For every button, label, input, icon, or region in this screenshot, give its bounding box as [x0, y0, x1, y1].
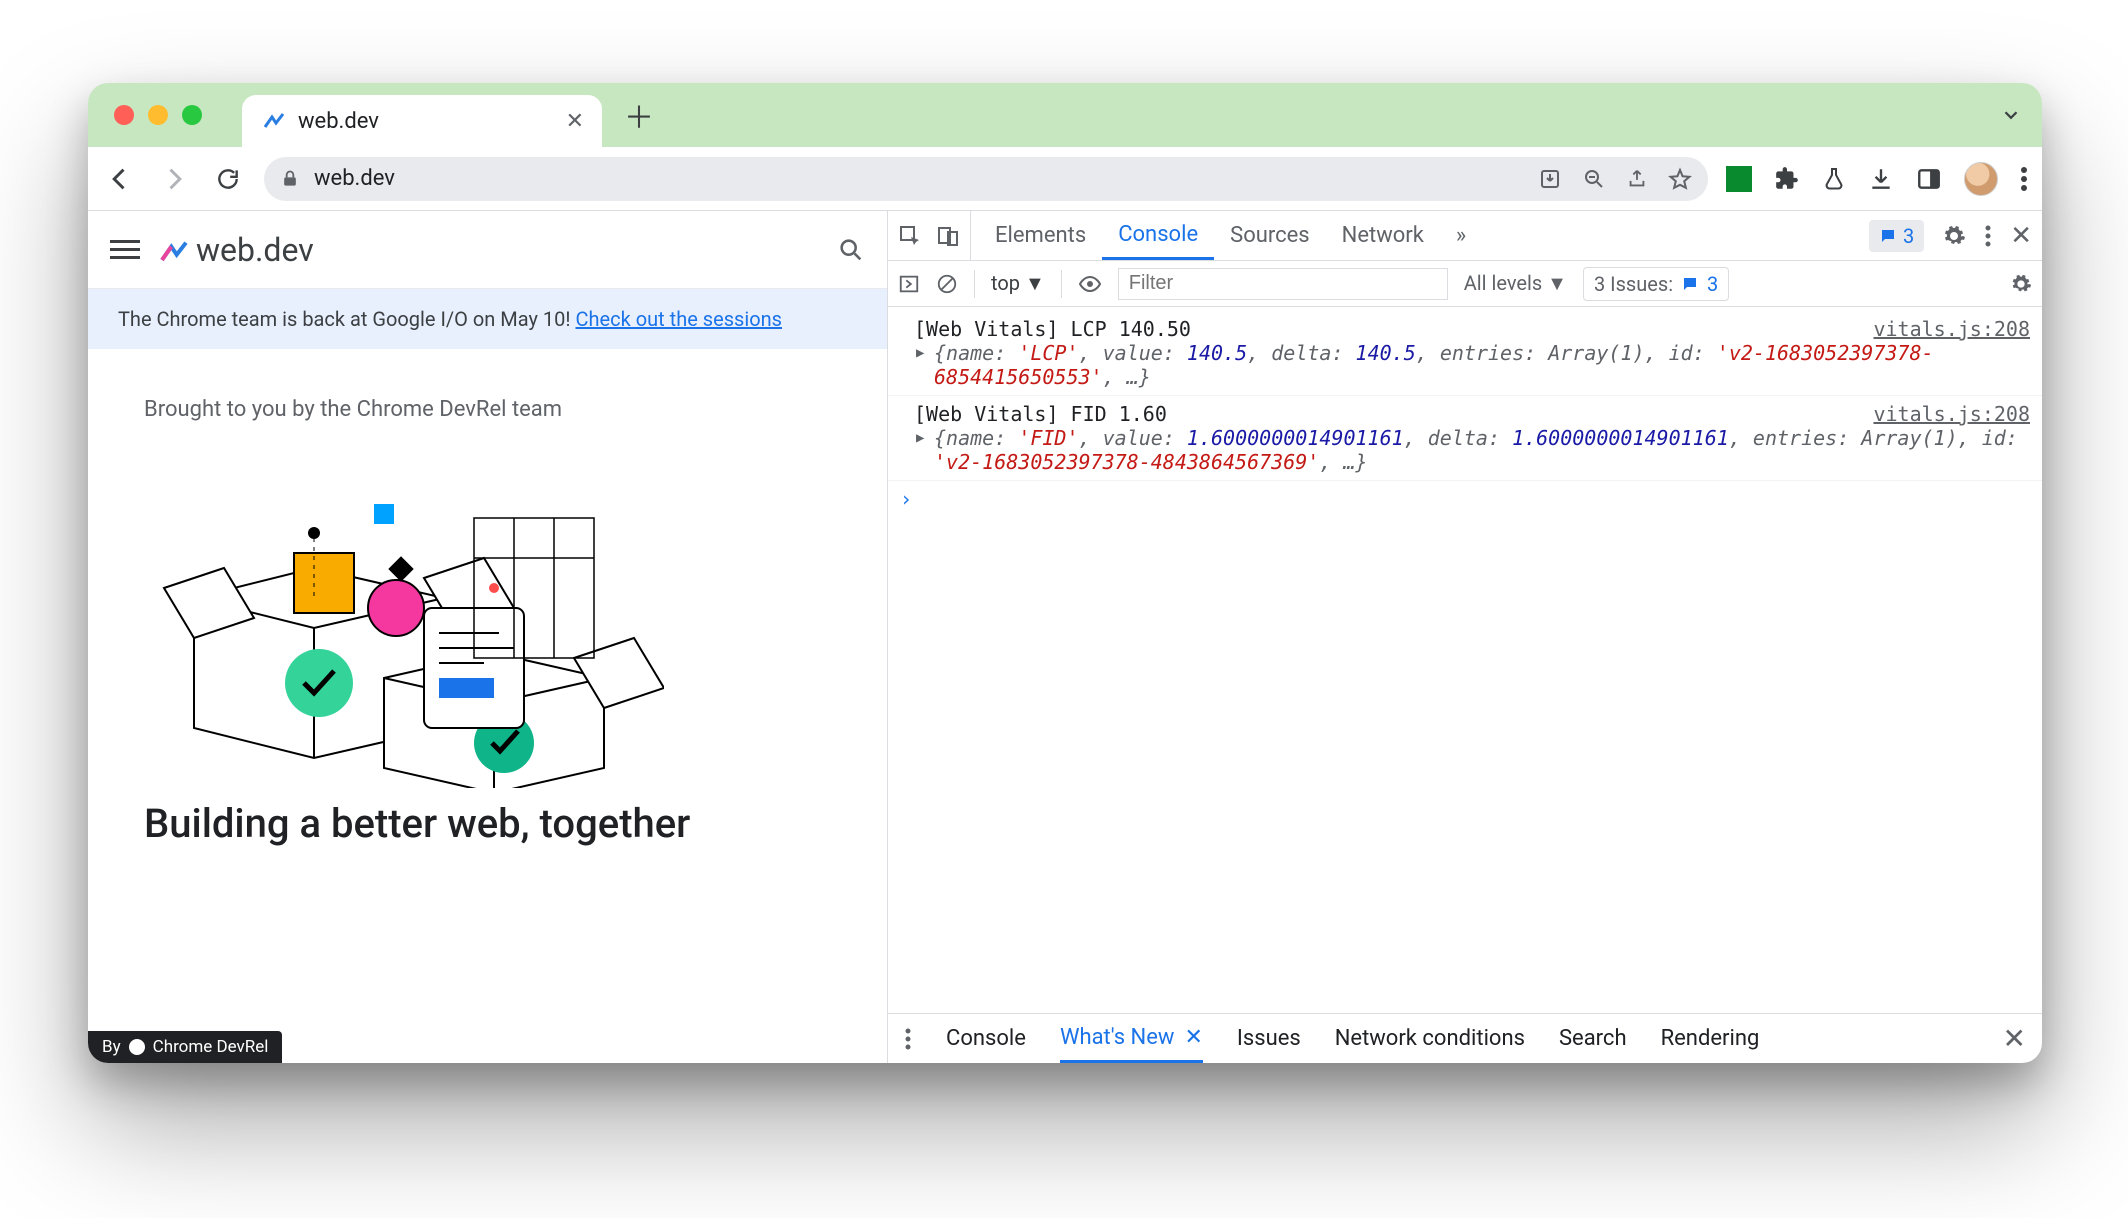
window-close-button[interactable] [114, 105, 134, 125]
messages-chip[interactable]: 3 [1869, 220, 1924, 252]
devtools-tab-sources[interactable]: Sources [1214, 211, 1326, 260]
devtools-tab-console[interactable]: Console [1102, 211, 1214, 260]
inspect-element-icon[interactable] [898, 224, 922, 248]
chrome-menu-button[interactable] [2020, 166, 2028, 192]
drawer-tab-rendering[interactable]: Rendering [1661, 1014, 1760, 1063]
site-brand-text: web.dev [196, 231, 314, 269]
extension-green-square[interactable] [1726, 166, 1752, 192]
page-subheading: Brought to you by the Chrome DevRel team [144, 397, 831, 422]
back-button[interactable] [102, 161, 138, 197]
devtools-tab-network[interactable]: Network [1326, 211, 1440, 260]
window-minimize-button[interactable] [148, 105, 168, 125]
log-level-selector[interactable]: All levels ▼ [1464, 271, 1567, 296]
tab-favicon [262, 109, 286, 133]
hero-illustration [144, 458, 664, 788]
badge-text: Chrome DevRel [153, 1037, 269, 1057]
address-bar[interactable]: web.dev [264, 157, 1708, 201]
console-prompt[interactable]: › [888, 481, 2042, 517]
tabs-chevron-icon[interactable] [2000, 104, 2022, 126]
browser-window: web.dev ✕ ＋ web.dev [88, 83, 2042, 1063]
site-brand[interactable]: web.dev [158, 231, 314, 269]
badge-prefix: By [102, 1037, 121, 1057]
site-logo-icon [158, 236, 186, 264]
devtools-tab-elements[interactable]: Elements [979, 211, 1102, 260]
attribution-badge[interactable]: By Chrome DevRel [88, 1031, 282, 1063]
log-object[interactable]: {name: 'LCP', value: 140.5, delta: 140.5… [914, 341, 2030, 389]
devtools-settings-icon[interactable] [1942, 224, 1966, 248]
devtools-drawer: Console What's New ✕ Issues Network conditi… [888, 1013, 2042, 1063]
install-icon[interactable] [1538, 167, 1562, 191]
console-filter-input[interactable] [1118, 268, 1448, 300]
url-text: web.dev [314, 166, 1524, 191]
browser-tab[interactable]: web.dev ✕ [242, 95, 602, 147]
site-header: web.dev [88, 211, 887, 289]
more-tabs-icon[interactable]: » [1448, 223, 1474, 248]
messages-count: 3 [1903, 224, 1914, 248]
browser-toolbar: web.dev [88, 147, 2042, 211]
tab-strip: web.dev ✕ ＋ [88, 83, 2042, 147]
devtools-tabbar: ElementsConsoleSourcesNetwork » 3 ✕ [888, 211, 2042, 261]
hamburger-menu-button[interactable] [110, 240, 140, 259]
sidepanel-icon[interactable] [1916, 166, 1942, 192]
drawer-tab-close-icon[interactable]: ✕ [1184, 1025, 1202, 1050]
window-maximize-button[interactable] [182, 105, 202, 125]
bookmark-icon[interactable] [1668, 167, 1692, 191]
banner-text: The Chrome team is back at Google I/O on… [118, 307, 576, 331]
extension-area [1726, 162, 2028, 196]
clear-console-icon[interactable] [936, 273, 958, 295]
banner-link[interactable]: Check out the sessions [576, 307, 782, 331]
console-toolbar: top ▼ All levels ▼ 3 Issues: 3 [888, 261, 2042, 307]
page-viewport: web.dev The Chrome team is back at Googl… [88, 211, 888, 1063]
announcement-banner: The Chrome team is back at Google I/O on… [88, 289, 887, 349]
console-settings-icon[interactable] [2010, 273, 2032, 295]
zoom-icon[interactable] [1582, 167, 1606, 191]
log-source-link[interactable]: vitals.js:208 [1873, 402, 2030, 426]
site-search-button[interactable] [837, 236, 865, 264]
tab-close-button[interactable]: ✕ [566, 109, 584, 134]
log-object[interactable]: {name: 'FID', value: 1.6000000014901161,… [914, 426, 2030, 474]
lock-icon[interactable] [280, 169, 300, 189]
drawer-tab-search[interactable]: Search [1559, 1014, 1627, 1063]
reload-button[interactable] [210, 161, 246, 197]
drawer-tab-console[interactable]: Console [946, 1014, 1026, 1063]
tab-title: web.dev [298, 109, 379, 134]
devtools-menu-icon[interactable] [1984, 225, 1992, 247]
window-controls [114, 105, 202, 125]
device-toolbar-icon[interactable] [936, 224, 960, 248]
drawer-tab-issues[interactable]: Issues [1237, 1014, 1301, 1063]
downloads-icon[interactable] [1868, 166, 1894, 192]
drawer-menu-icon[interactable] [904, 1028, 912, 1050]
devtools-close-icon[interactable]: ✕ [2010, 221, 2032, 251]
context-selector[interactable]: top ▼ [991, 271, 1045, 296]
issues-chip[interactable]: 3 Issues: 3 [1583, 267, 1729, 301]
extensions-icon[interactable] [1774, 166, 1800, 192]
console-sidebar-toggle-icon[interactable] [898, 273, 920, 295]
log-message: [Web Vitals] FID 1.60 [914, 402, 2030, 426]
forward-button[interactable] [156, 161, 192, 197]
preserve-log-eye-icon[interactable] [1078, 272, 1102, 296]
drawer-close-icon[interactable]: ✕ [2003, 1022, 2026, 1055]
drawer-tab-what-s-new[interactable]: What's New ✕ [1060, 1014, 1203, 1063]
drawer-tab-network-conditions[interactable]: Network conditions [1335, 1014, 1525, 1063]
new-tab-button[interactable]: ＋ [624, 93, 654, 137]
console-log-row[interactable]: vitals.js:208[Web Vitals] LCP 140.50{nam… [888, 311, 2042, 396]
log-source-link[interactable]: vitals.js:208 [1873, 317, 2030, 341]
labs-icon[interactable] [1822, 167, 1846, 191]
profile-avatar[interactable] [1964, 162, 1998, 196]
share-icon[interactable] [1626, 168, 1648, 190]
console-output[interactable]: vitals.js:208[Web Vitals] LCP 140.50{nam… [888, 307, 2042, 1013]
log-message: [Web Vitals] LCP 140.50 [914, 317, 2030, 341]
chrome-ball-icon [129, 1039, 145, 1055]
console-log-row[interactable]: vitals.js:208[Web Vitals] FID 1.60{name:… [888, 396, 2042, 481]
devtools-panel: ElementsConsoleSourcesNetwork » 3 ✕ [888, 211, 2042, 1063]
page-headline: Building a better web, together [144, 800, 831, 847]
